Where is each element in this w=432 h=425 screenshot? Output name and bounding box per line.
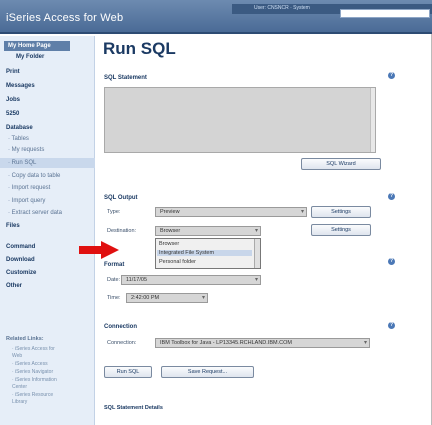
textarea-scrollbar[interactable]: [370, 88, 375, 152]
sidebar-item-extract-server-data[interactable]: · Extract server data: [0, 208, 95, 218]
connection-select[interactable]: IBM Toolbox for Java - LP13345.RCHLAND.I…: [155, 338, 370, 348]
sidebar-item-database[interactable]: Database: [0, 123, 95, 133]
related-link[interactable]: · iSeries Information: [12, 377, 57, 383]
user-label: User: CNSNCR · System: [254, 5, 310, 11]
sidebar-item-files[interactable]: Files: [0, 221, 95, 231]
related-link[interactable]: Web: [12, 353, 22, 359]
type-select-value: Preview: [160, 209, 180, 215]
related-link[interactable]: · iSeries Access: [12, 361, 48, 367]
related-link[interactable]: Center: [12, 384, 27, 390]
chevron-down-icon: ▾: [201, 295, 205, 301]
type-settings-button[interactable]: Settings: [311, 206, 371, 218]
sidebar-item-jobs[interactable]: Jobs: [0, 95, 95, 105]
user-info-box: [340, 9, 430, 18]
sidebar-item-copy-data-to-table[interactable]: · Copy data to table: [0, 171, 95, 181]
related-link[interactable]: · iSeries Resource: [12, 392, 53, 398]
time-select[interactable]: 2:42:00 PM ▾: [126, 293, 208, 303]
sidebar-item-run-sql[interactable]: · Run SQL: [0, 158, 95, 168]
sql-statement-details-title: SQL Statement Details: [104, 405, 163, 411]
connection-label: Connection:: [107, 340, 137, 346]
sidebar-item-import-request[interactable]: · Import request: [0, 183, 95, 193]
type-select[interactable]: Preview ▾: [155, 207, 307, 217]
run-sql-button[interactable]: Run SQL: [104, 366, 152, 378]
destination-dropdown-list: Browser Integrated File System Personal …: [155, 238, 261, 269]
destination-option[interactable]: Browser: [159, 241, 179, 247]
type-label: Type:: [107, 209, 121, 215]
sidebar-item-my-home-page[interactable]: My Home Page: [4, 41, 70, 51]
sidebar-item-my-folder[interactable]: My Folder: [0, 52, 95, 62]
destination-settings-button[interactable]: Settings: [311, 224, 371, 236]
format-title: Format: [104, 262, 125, 268]
destination-select-value: Browser: [160, 228, 181, 234]
question-icon[interactable]: ?: [388, 193, 395, 200]
related-link[interactable]: · iSeries Navigator: [12, 369, 53, 375]
red-arrow-icon: [79, 241, 119, 259]
sidebar-item-my-requests[interactable]: · My requests: [0, 145, 95, 155]
date-label: Date:: [107, 277, 121, 283]
sidebar-item-customize[interactable]: Customize: [0, 268, 95, 278]
page: iSeries Access for Web User: CNSNCR · Sy…: [0, 0, 432, 425]
app-title: iSeries Access for Web: [6, 12, 124, 24]
question-icon[interactable]: ?: [388, 322, 395, 329]
time-label: Time:: [107, 295, 121, 301]
page-title: Run SQL: [103, 39, 176, 58]
related-link[interactable]: Library: [12, 399, 27, 405]
date-select-value: 11/17/05: [126, 277, 148, 283]
chevron-down-icon: ▾: [300, 209, 304, 215]
save-request-button[interactable]: Save Request...: [161, 366, 254, 378]
dropdown-scrollbar[interactable]: [254, 239, 260, 268]
destination-option[interactable]: Personal folder: [159, 259, 196, 265]
destination-select[interactable]: Browser ▾: [155, 226, 261, 236]
sidebar-item-messages[interactable]: Messages: [0, 81, 95, 91]
time-select-value: 2:42:00 PM: [131, 295, 160, 301]
sidebar-item-5250[interactable]: 5250: [0, 109, 95, 119]
sql-wizard-button[interactable]: SQL Wizard: [301, 158, 381, 170]
question-icon[interactable]: ?: [388, 72, 395, 79]
sql-statement-textarea[interactable]: [104, 87, 376, 153]
chevron-down-icon: ▾: [363, 340, 367, 346]
destination-option[interactable]: Integrated File System: [157, 250, 252, 256]
chevron-down-icon: ▾: [254, 228, 258, 234]
chevron-down-icon: ▾: [254, 277, 258, 283]
sidebar-nav: My Home Page My Folder Print Messages Jo…: [0, 36, 95, 425]
date-select[interactable]: 11/17/05 ▾: [121, 275, 261, 285]
connection-select-value: IBM Toolbox for Java - LP13345.RCHLAND.I…: [160, 340, 292, 346]
sql-statement-title: SQL Statement: [104, 75, 147, 81]
sql-output-title: SQL Output: [104, 195, 138, 201]
question-icon[interactable]: ?: [388, 258, 395, 265]
sidebar-item-other[interactable]: Other: [0, 281, 95, 291]
destination-label: Destination:: [107, 228, 137, 234]
related-link[interactable]: · iSeries Access for: [12, 346, 55, 352]
sidebar-item-import-query[interactable]: · Import query: [0, 196, 95, 206]
sidebar-item-tables[interactable]: · Tables: [0, 134, 95, 144]
connection-title: Connection: [104, 324, 137, 330]
sidebar-item-print[interactable]: Print: [0, 67, 95, 77]
related-links-title: Related Links:: [6, 336, 44, 342]
